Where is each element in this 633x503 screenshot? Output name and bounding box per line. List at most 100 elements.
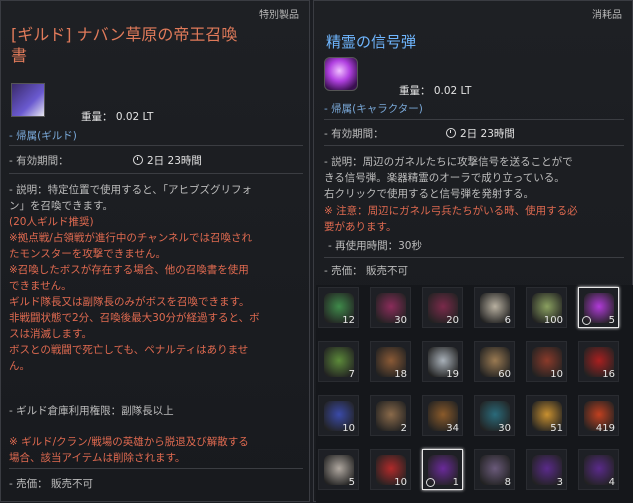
desc-line: ン」を召喚できます。 [9,200,113,212]
warn-line: ※拠点戦/占領戦が進行中のチャンネルでは召喚され [9,232,253,244]
inventory-slot[interactable]: 1 [422,449,463,490]
tooltip-spirit-flare: 消耗品 精霊の信号弾 重量： 0.02 LT - 帰属(キャラクター) - 有効… [313,0,633,503]
item-count: 1 [452,477,459,488]
inventory-slot[interactable]: 30 [370,287,411,328]
desc-line: - 説明：周辺のガネルたちに攻撃信号を送ることがで [324,156,573,168]
item-count: 20 [446,315,459,326]
item-count: 10 [394,477,407,488]
item-count: 8 [504,477,511,488]
item-count: 19 [446,369,459,380]
divider [324,145,624,146]
item-category-tag: 特別製品 [259,10,299,21]
item-count: 10 [550,369,563,380]
divider [9,173,303,174]
period-label: - 有効期間： [324,128,384,140]
warn-line: できません。 [9,280,72,292]
item-count: 34 [446,423,459,434]
period-label: - 有効期間： [9,155,69,167]
inventory-slot[interactable]: 4 [578,449,619,490]
warn-line: たモンスターを攻撃できません。 [9,248,166,260]
item-count: 4 [608,477,615,488]
inventory-slot[interactable]: 20 [422,287,463,328]
inventory-grid: 12 30 20 6 100 5 7 18 19 60 10 16 10 2 34 30 51 419 5 10 1 8 3… [316,285,633,503]
divider [324,119,624,120]
inventory-slot[interactable]: 34 [422,395,463,436]
griffon-scroll-icon [11,83,45,117]
item-count: 100 [543,315,563,326]
inventory-slot[interactable]: 18 [370,341,411,382]
inventory-slot[interactable]: 5 [578,287,619,328]
item-count: 5 [348,477,355,488]
recommend-note: (20人ギルド推奨) [9,216,94,228]
divider [9,145,303,146]
sell-price: - 売価： 販売不可 [9,478,93,490]
sell-price: - 売価： 販売不可 [324,265,408,277]
inventory-slot[interactable]: 30 [474,395,515,436]
item-weight: 重量： 0.02 LT [399,85,472,97]
inventory-slot[interactable]: 19 [422,341,463,382]
item-count: 7 [348,369,355,380]
inventory-slot[interactable]: 3 [526,449,567,490]
item-count: 18 [394,369,407,380]
clock-icon [446,128,456,138]
item-count: 6 [504,315,511,326]
tooltip-guild-summon-scroll: 特別製品 [ギルド] ナバン草原の帝王召喚書 重量： 0.02 LT - 帰属(… [0,0,310,502]
item-count: 16 [602,369,615,380]
inventory-slot[interactable]: 51 [526,395,567,436]
warn-line: ※召喚したボスが存在する場合、他の召喚書を使用 [9,264,249,276]
inventory-slot[interactable]: 60 [474,341,515,382]
desc-line: きる信号弾。楽器精霊のオーラで成り立っている。 [324,172,565,184]
item-count: 3 [556,477,563,488]
divider [324,257,624,258]
desc-line: - 説明：特定位置で使用すると、「アヒブズグリフォ [9,184,252,196]
period-value: 2日 23時間 [133,153,202,168]
spirit-orb-icon [324,57,358,91]
warn-line: ギルド隊長又は副隊長のみがボスを召喚できます。 [9,296,250,308]
inventory-slot[interactable]: 419 [578,395,619,436]
item-count: 30 [498,423,511,434]
item-bind-type: - 帰属(キャラクター) [324,103,423,115]
item-category-tag: 消耗品 [592,10,622,21]
item-title: [ギルド] ナバン草原の帝王召喚書 [11,25,238,65]
item-bind-type: - 帰属(ギルド) [9,130,77,142]
item-count: 30 [394,315,407,326]
inventory-slot[interactable]: 100 [526,287,567,328]
warehouse-permission: - ギルド倉庫利用権限：副隊長以上 [9,405,174,417]
timer-icon [426,478,435,487]
item-count: 2 [400,423,407,434]
period-text: 2日 23時間 [460,128,515,140]
warn-line: 要があります。 [324,221,397,233]
inventory-slot[interactable]: 10 [318,395,359,436]
item-count: 12 [342,315,355,326]
clock-icon [133,155,143,165]
item-weight: 重量： 0.02 LT [81,111,154,123]
divider [9,468,303,469]
inventory-slot[interactable]: 12 [318,287,359,328]
warn-line: ん。 [9,360,30,372]
removal-note: 場合、該当アイテムは削除されます。 [9,452,186,464]
inventory-slot[interactable]: 6 [474,287,515,328]
inventory-slot[interactable]: 8 [474,449,515,490]
item-count: 5 [608,315,615,326]
desc-line: 右クリックで使用すると信号弾を発射する。 [324,188,534,200]
item-count: 51 [550,423,563,434]
warn-line: ※ 注意：周辺にガネル弓兵たちがいる時、使用する必 [324,205,578,217]
timer-icon [582,316,591,325]
period-value: 2日 23時間 [446,126,515,141]
inventory-slot[interactable]: 5 [318,449,359,490]
period-text: 2日 23時間 [147,155,202,167]
item-count: 10 [342,423,355,434]
inventory-slot[interactable]: 7 [318,341,359,382]
reuse-time: - 再使用時間：30秒 [328,240,422,252]
inventory-slot[interactable]: 16 [578,341,619,382]
inventory-slot[interactable]: 10 [526,341,567,382]
warn-line: スは消滅します。 [9,328,92,340]
item-count: 419 [595,423,615,434]
inventory-slot[interactable]: 2 [370,395,411,436]
item-count: 60 [498,369,511,380]
warn-line: 非戦闘状態で2分、召喚後最大30分が経過すると、ボ [9,312,260,324]
item-title: 精霊の信号弾 [326,33,417,51]
warn-line: ボスとの戦闘で死亡しても、ペナルティはありませ [9,344,249,356]
inventory-slot[interactable]: 10 [370,449,411,490]
removal-note: ※ ギルド/クラン/戦場の英雄から脱退及び解散する [9,436,249,448]
